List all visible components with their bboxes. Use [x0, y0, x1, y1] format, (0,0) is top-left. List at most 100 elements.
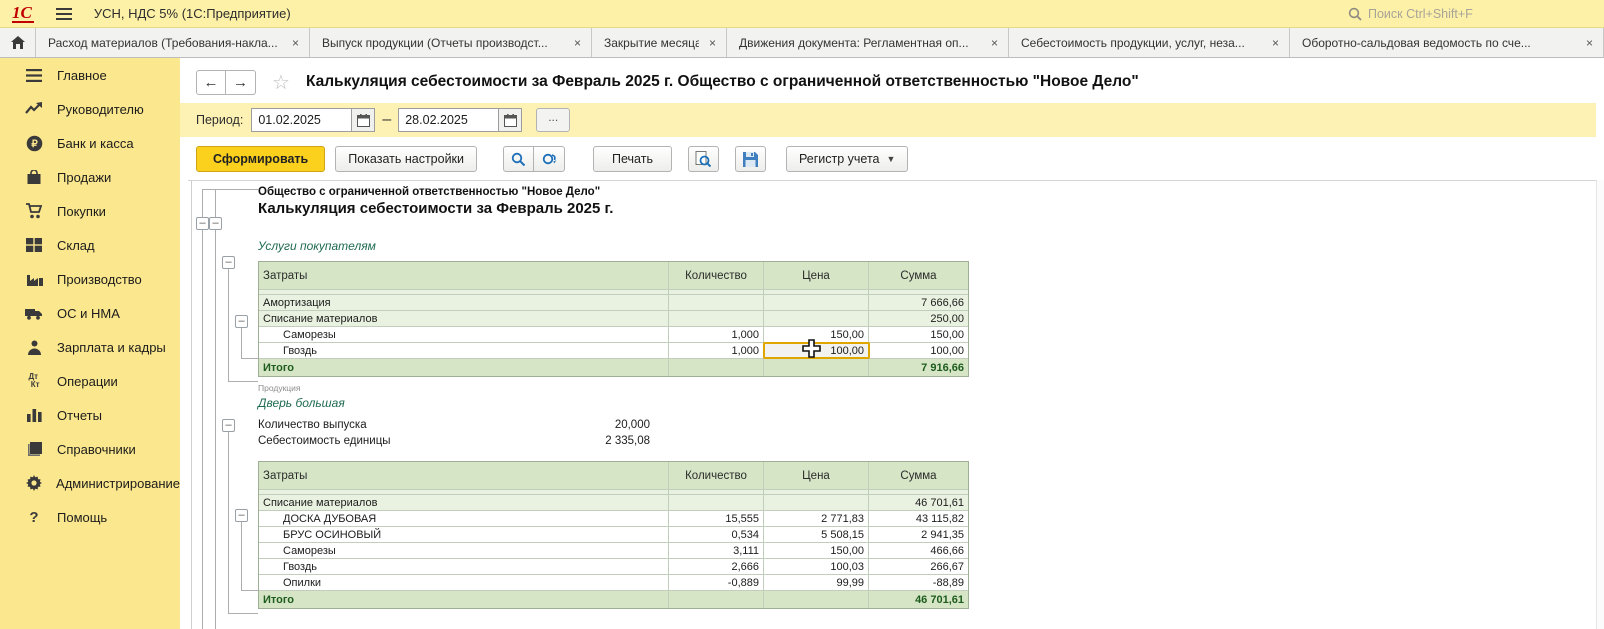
calendar-icon[interactable] [351, 108, 375, 132]
total-sum[interactable]: 46 701,61 [869, 591, 968, 608]
global-search[interactable]: Поиск Ctrl+Shift+F [1348, 0, 1473, 28]
sidebar-item-otchety[interactable]: Отчеты [0, 398, 180, 432]
cell-qty[interactable] [669, 311, 764, 326]
tab-dvizheniya-dokumenta[interactable]: Движения документа: Регламентная оп... × [727, 28, 1009, 57]
cell-qty[interactable]: 1,000 [669, 327, 764, 342]
cell-name[interactable]: Опилки [259, 575, 669, 590]
print-preview-button[interactable] [688, 146, 719, 172]
cell-price[interactable] [764, 359, 869, 376]
cell-sum[interactable]: 100,00 [869, 343, 968, 358]
tab-close-icon[interactable]: × [1584, 36, 1595, 50]
cell-qty[interactable]: 1,000 [669, 343, 764, 358]
cell-qty[interactable] [669, 495, 764, 510]
total-label[interactable]: Итого [259, 591, 669, 608]
cell-sum[interactable]: 46 701,61 [869, 495, 968, 510]
show-settings-button[interactable]: Показать настройки [335, 146, 477, 172]
tab-close-icon[interactable]: × [707, 36, 718, 50]
cell-qty[interactable]: 3,111 [669, 543, 764, 558]
cell-sum[interactable]: 250,00 [869, 311, 968, 326]
sidebar-item-glavnoe[interactable]: Главное [0, 58, 180, 92]
sidebar-item-zarplata-i-kadry[interactable]: Зарплата и кадры [0, 330, 180, 364]
cell-name[interactable]: БРУС ОСИНОВЫЙ [259, 527, 669, 542]
save-button[interactable] [735, 146, 766, 172]
cell-sum[interactable]: 466,66 [869, 543, 968, 558]
cell-price[interactable] [764, 311, 869, 326]
cell-name[interactable]: Амортизация [259, 295, 669, 310]
period-more-button[interactable]: ... [536, 108, 570, 132]
cell-price[interactable]: 150,00 [764, 543, 869, 558]
tab-vypusk-produkcii[interactable]: Выпуск продукции (Отчеты производст... × [310, 28, 592, 57]
sidebar-item-pomosch[interactable]: ? Помощь [0, 500, 180, 534]
bag-icon [24, 168, 44, 186]
cell-qty[interactable]: 0,534 [669, 527, 764, 542]
period-from-input[interactable]: 01.02.2025 [251, 108, 351, 132]
sidebar-item-bank-i-kassa[interactable]: ₽ Банк и касса [0, 126, 180, 160]
collapse-toggle[interactable]: – [222, 419, 235, 432]
cell-qty[interactable] [669, 295, 764, 310]
sidebar-item-spravochniki[interactable]: Справочники [0, 432, 180, 466]
sidebar-item-prodazhi[interactable]: Продажи [0, 160, 180, 194]
cell-price[interactable] [764, 295, 869, 310]
total-label[interactable]: Итого [259, 359, 669, 376]
collapse-toggle[interactable]: – [235, 509, 248, 522]
generate-button[interactable]: Сформировать [196, 146, 325, 172]
cell-name[interactable]: Гвоздь [259, 559, 669, 574]
home-tab[interactable] [0, 28, 36, 57]
forward-button[interactable]: → [226, 70, 256, 95]
tab-close-icon[interactable]: × [290, 36, 301, 50]
tab-zakrytie-mesyaca[interactable]: Закрытие месяца × [592, 28, 727, 57]
sidebar-item-operacii[interactable]: Дт Кт Операции [0, 364, 180, 398]
back-button[interactable]: ← [196, 70, 226, 95]
calendar-icon[interactable] [498, 108, 522, 132]
total-sum[interactable]: 7 916,66 [869, 359, 968, 376]
collapse-toggle[interactable]: – [196, 217, 209, 230]
scrollbar-track[interactable] [1596, 180, 1604, 629]
sidebar-item-rukovoditelyu[interactable]: Руководителю [0, 92, 180, 126]
tab-oborotno-saldovaya[interactable]: Оборотно-сальдовая ведомость по сче... × [1290, 28, 1604, 57]
collapse-toggle[interactable]: – [209, 217, 222, 230]
tab-close-icon[interactable]: × [572, 36, 583, 50]
tab-rashod-materialov[interactable]: Расход материалов (Требования-накла... × [36, 28, 310, 57]
cell-qty[interactable]: 2,666 [669, 559, 764, 574]
cell-sum[interactable]: 2 941,35 [869, 527, 968, 542]
print-button[interactable]: Печать [593, 146, 672, 172]
cell-sum[interactable]: -88,89 [869, 575, 968, 590]
cell-price[interactable]: 5 508,15 [764, 527, 869, 542]
favorite-star-icon[interactable]: ☆ [272, 70, 290, 95]
collapse-toggle[interactable]: – [235, 315, 248, 328]
cell-name[interactable]: Списание материалов [259, 311, 669, 326]
collapse-toggle[interactable]: – [222, 256, 235, 269]
cell-name[interactable]: Саморезы [259, 543, 669, 558]
period-to-input[interactable]: 28.02.2025 [398, 108, 498, 132]
cell-sum[interactable]: 7 666,66 [869, 295, 968, 310]
find-next-button[interactable] [534, 146, 565, 172]
sidebar-item-administrirovanie[interactable]: Администрирование [0, 466, 180, 500]
cell-qty[interactable]: 15,555 [669, 511, 764, 526]
cell-qty[interactable] [669, 359, 764, 376]
cell-qty[interactable]: -0,889 [669, 575, 764, 590]
sidebar-item-sklad[interactable]: Склад [0, 228, 180, 262]
cell-name[interactable]: Списание материалов [259, 495, 669, 510]
tab-close-icon[interactable]: × [989, 36, 1000, 50]
cell-price[interactable]: 2 771,83 [764, 511, 869, 526]
find-button[interactable] [503, 146, 534, 172]
main-menu-icon[interactable] [56, 8, 72, 20]
cell-sum[interactable]: 266,67 [869, 559, 968, 574]
cell-price[interactable] [764, 591, 869, 608]
cell-sum[interactable]: 150,00 [869, 327, 968, 342]
cell-name[interactable]: Саморезы [259, 327, 669, 342]
tab-close-icon[interactable]: × [1270, 36, 1281, 50]
register-dropdown-button[interactable]: Регистр учета ▼ [786, 146, 908, 172]
sidebar-item-os-i-nma[interactable]: ОС и НМА [0, 296, 180, 330]
cell-price[interactable]: 100,03 [764, 559, 869, 574]
cell-price[interactable] [764, 495, 869, 510]
sidebar-item-pokupki[interactable]: Покупки [0, 194, 180, 228]
cell-qty[interactable] [669, 591, 764, 608]
cell-name[interactable]: Гвоздь [259, 343, 669, 358]
sidebar-item-proizvodstvo[interactable]: Производство [0, 262, 180, 296]
cell-price[interactable]: 99,99 [764, 575, 869, 590]
gear-icon [24, 474, 43, 492]
cell-name[interactable]: ДОСКА ДУБОВАЯ [259, 511, 669, 526]
tab-sebestoimost[interactable]: Себестоимость продукции, услуг, неза... … [1009, 28, 1290, 57]
cell-sum[interactable]: 43 115,82 [869, 511, 968, 526]
